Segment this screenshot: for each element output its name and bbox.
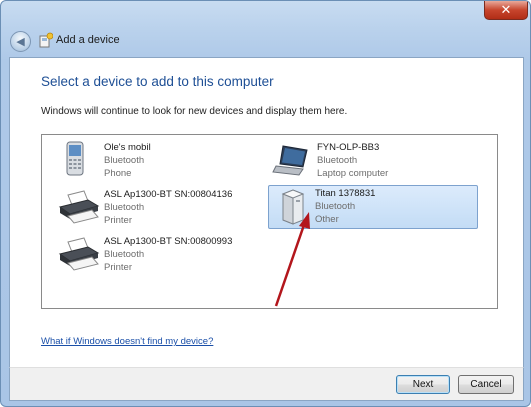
laptop-icon [272, 145, 308, 176]
device-name: ASL Ap1300-BT SN:00804136 [104, 189, 233, 200]
add-device-window: ✕ ◀ Add a device Select a device to add … [0, 0, 531, 407]
device-connection: Bluetooth [315, 201, 356, 212]
button-bar: Next Cancel [9, 367, 524, 401]
device-type: Phone [104, 168, 132, 179]
printer-icon [58, 237, 100, 271]
device-connection: Bluetooth [104, 202, 145, 213]
cancel-button[interactable]: Cancel [458, 375, 514, 394]
back-arrow-icon: ◀ [16, 35, 25, 48]
device-type: Laptop computer [317, 168, 389, 179]
device-name: Ole's mobil [104, 142, 151, 153]
close-icon: ✕ [500, 2, 512, 18]
device-type: Other [315, 214, 339, 225]
back-button[interactable]: ◀ [10, 31, 31, 52]
device-list: Ole's mobil Bluetooth Phone FYN-OLP-BB3 … [41, 134, 498, 309]
device-item[interactable]: Ole's mobil Bluetooth Phone [58, 140, 258, 182]
device-type: Printer [104, 262, 132, 273]
device-name: FYN-OLP-BB3 [317, 142, 380, 153]
close-button[interactable]: ✕ [484, 1, 528, 20]
device-item[interactable]: ASL Ap1300-BT SN:00804136 Bluetooth Prin… [58, 187, 258, 229]
device-item[interactable]: ASL Ap1300-BT SN:00800993 Bluetooth Prin… [58, 234, 258, 276]
device-name: Titan 1378831 [315, 188, 376, 199]
device-name: ASL Ap1300-BT SN:00800993 [104, 236, 233, 247]
help-link[interactable]: What if Windows doesn't find my device? [41, 336, 213, 347]
page-heading: Select a device to add to this computer [41, 74, 274, 89]
generic-device-icon [281, 189, 305, 225]
device-connection: Bluetooth [317, 155, 358, 166]
printer-icon [58, 190, 100, 224]
device-connection: Bluetooth [104, 249, 145, 260]
device-connection: Bluetooth [104, 155, 145, 166]
device-item[interactable]: FYN-OLP-BB3 Bluetooth Laptop computer [271, 140, 471, 182]
content-area: Select a device to add to this computer … [9, 57, 524, 368]
phone-icon [66, 141, 84, 176]
device-type: Printer [104, 215, 132, 226]
next-button[interactable]: Next [396, 375, 450, 394]
page-subtext: Windows will continue to look for new de… [41, 106, 348, 117]
window-title: Add a device [56, 34, 120, 46]
device-wizard-icon [39, 32, 53, 48]
device-item-selected[interactable]: Titan 1378831 Bluetooth Other [268, 185, 478, 229]
